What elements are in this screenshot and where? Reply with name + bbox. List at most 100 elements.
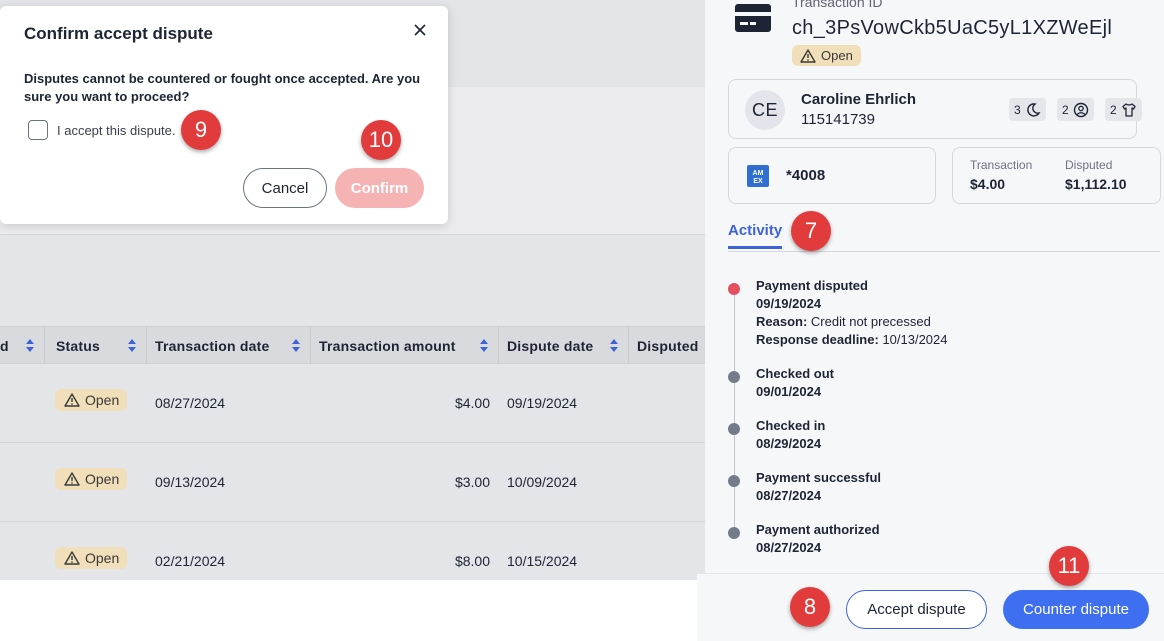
table-row[interactable]: Open 09/13/2024 $3.00 10/09/2024 [0, 443, 705, 522]
sort-icon[interactable] [480, 339, 488, 353]
transaction-amount: $8.00 [454, 553, 490, 569]
amex-icon: AM EX [747, 165, 769, 187]
timeline-line [734, 287, 735, 532]
stat-nights: 3 [1009, 98, 1046, 121]
disputed-amount-value: $1,112.10 [1065, 176, 1127, 192]
accept-dispute-button[interactable]: Accept dispute [846, 590, 987, 629]
column-header-transaction-date[interactable]: Transaction date [147, 327, 311, 364]
status-badge: Open [55, 468, 128, 490]
customer-number: 115141739 [801, 111, 875, 128]
step-marker: 11 [1049, 546, 1089, 586]
column-header-label: Disputed [637, 337, 699, 354]
timeline-date: 08/27/2024 [756, 540, 822, 555]
column-header-label: Dispute date [507, 337, 594, 354]
timeline-deadline: Response deadline: 10/13/2024 [756, 332, 948, 347]
column-header-label: Transaction date [155, 337, 270, 354]
reason-label: Reason: [756, 314, 808, 329]
status-text: Open [85, 471, 120, 487]
table-header: d Status Transaction date Transaction am… [0, 326, 705, 364]
column-header-disputed[interactable]: Disputed [629, 327, 709, 364]
transaction-date: 09/13/2024 [155, 474, 226, 490]
deadline-value: 10/13/2024 [882, 332, 948, 347]
accept-checkbox-label[interactable]: I accept this dispute. [57, 123, 176, 138]
column-header-status[interactable]: Status [48, 327, 147, 364]
column-header-label: d [0, 337, 9, 354]
timeline-title: Payment successful [756, 470, 882, 485]
customer-card[interactable]: CE Caroline Ehrlich 115141739 3 2 2 [728, 79, 1142, 139]
timeline-reason: Reason: Credit not precessed [756, 314, 931, 329]
cancel-button[interactable]: Cancel [243, 168, 327, 208]
status-badge: Open [792, 45, 861, 66]
sort-icon[interactable] [292, 339, 300, 353]
stat-guests: 2 [1057, 98, 1094, 121]
sort-icon[interactable] [26, 339, 34, 353]
close-icon[interactable] [412, 22, 428, 38]
disputed-amount-label: Disputed [1065, 158, 1113, 172]
modal-title: Confirm accept dispute [24, 24, 213, 43]
sort-icon[interactable] [128, 339, 136, 353]
user-circle-icon [1073, 102, 1088, 117]
payment-method-card: AM EX *4008 [728, 147, 936, 204]
timeline-title: Payment authorized [756, 522, 880, 537]
timeline-date: 09/01/2024 [756, 384, 822, 399]
transaction-id-value: ch_3PsVowCkb5UaC5yL1XZWeEjl [792, 17, 1113, 39]
counter-dispute-button[interactable]: Counter dispute [1003, 590, 1149, 629]
sort-icon[interactable] [610, 339, 618, 353]
transaction-amount: $4.00 [454, 395, 490, 411]
tab-divider [728, 251, 1160, 252]
card-last4: *4008 [786, 167, 826, 184]
transaction-date: 08/27/2024 [155, 395, 226, 411]
timeline-date: 08/27/2024 [756, 488, 822, 503]
timeline-dot [728, 475, 740, 487]
accept-checkbox[interactable] [28, 120, 48, 140]
status-text: Open [821, 48, 853, 63]
status-badge: Open [55, 389, 128, 411]
timeline-dot [728, 423, 740, 435]
tab-activity[interactable]: Activity [728, 222, 783, 249]
accept-checkbox-row[interactable]: I accept this dispute. [28, 120, 176, 140]
column-header-truncated[interactable]: d [0, 327, 45, 364]
transaction-amount-label: Transaction [970, 158, 1033, 172]
status-badge: Open [55, 547, 128, 569]
timeline-title: Payment disputed [756, 278, 868, 293]
column-header-transaction-amount[interactable]: Transaction amount [311, 327, 499, 364]
stat-count: 2 [1062, 102, 1069, 117]
warning-icon [64, 393, 80, 407]
panel-footer: Accept dispute Counter dispute [697, 573, 1164, 641]
shirt-icon [1122, 102, 1136, 117]
warning-icon [64, 472, 80, 486]
warning-icon [800, 48, 816, 63]
confirm-accept-dispute-modal: Confirm accept dispute Disputes cannot b… [0, 6, 448, 224]
timeline-date: 08/29/2024 [756, 436, 822, 451]
step-marker: 7 [791, 211, 831, 251]
dispute-detail-panel: Transaction ID ch_3PsVowCkb5UaC5yL1XZWeE… [705, 0, 1164, 641]
avatar: CE [745, 90, 785, 130]
warning-icon [64, 551, 80, 565]
amounts-card: Transaction $4.00 Disputed $1,112.10 [952, 147, 1161, 204]
page-bottom-area [0, 580, 697, 641]
transaction-id-label: Transaction ID [792, 0, 883, 10]
stat-count: 2 [1110, 102, 1117, 117]
svg-text:AM: AM [753, 170, 764, 177]
disputes-table: d Status Transaction date Transaction am… [0, 326, 705, 601]
deadline-label: Response deadline: [756, 332, 879, 347]
transaction-date: 02/21/2024 [155, 553, 226, 569]
table-row[interactable]: Open 08/27/2024 $4.00 09/19/2024 [0, 364, 705, 443]
dispute-date: 10/09/2024 [507, 474, 578, 490]
step-marker: 10 [361, 120, 401, 160]
moon-icon [1026, 102, 1041, 117]
timeline-dot [728, 283, 740, 295]
stat-count: 3 [1014, 102, 1021, 117]
timeline-title: Checked in [756, 418, 826, 433]
step-marker: 8 [790, 587, 830, 627]
dispute-date: 10/15/2024 [507, 553, 578, 569]
credit-card-icon [735, 4, 771, 32]
timeline-title: Checked out [756, 366, 835, 381]
reason-value: Credit not precessed [810, 314, 931, 329]
timeline-dot [728, 527, 740, 539]
column-header-dispute-date[interactable]: Dispute date [499, 327, 629, 364]
status-text: Open [85, 550, 120, 566]
confirm-button[interactable]: Confirm [335, 168, 424, 208]
dispute-date: 09/19/2024 [507, 395, 578, 411]
transaction-amount: $3.00 [454, 474, 490, 490]
